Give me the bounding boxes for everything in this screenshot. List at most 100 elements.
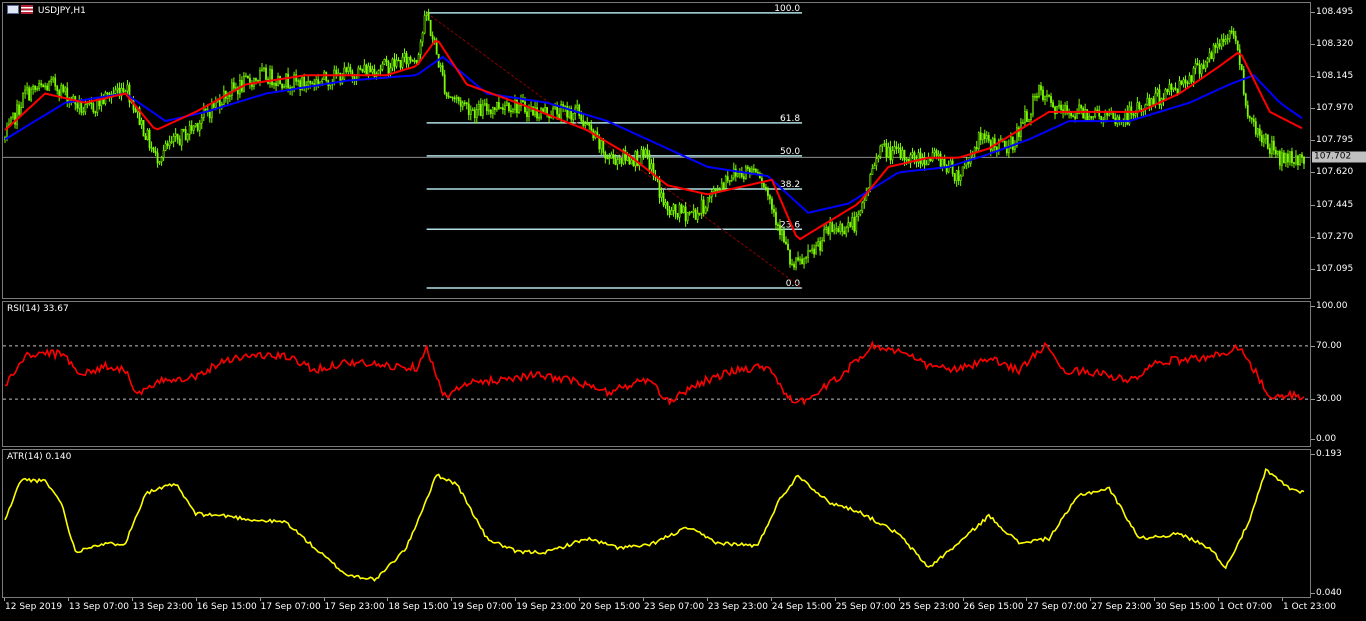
time-axis-label: 25 Sep 07:00 — [835, 602, 896, 612]
candle-body — [335, 69, 338, 75]
time-axis-tick — [131, 598, 133, 601]
candle-body — [779, 224, 781, 236]
candle-body — [381, 63, 384, 70]
candle-body — [650, 163, 653, 170]
candle-body — [863, 199, 866, 204]
rsi-axis: 100.00 70.00 30.00 0.00 — [1311, 301, 1366, 447]
candle-body — [359, 67, 362, 70]
candle-body — [1238, 49, 1241, 65]
candle-body — [441, 65, 444, 76]
price-axis[interactable]: 108.495 108.320 108.145 107.970 107.795 107.6… — [1311, 2, 1366, 299]
candle-body — [668, 209, 671, 216]
candle-body — [765, 186, 767, 189]
candle-body — [1248, 116, 1251, 119]
candle-body — [345, 67, 348, 73]
atr-canvas[interactable] — [3, 450, 1310, 597]
candle-body — [927, 157, 930, 165]
time-axis-tick — [898, 598, 900, 601]
candle-body — [869, 174, 872, 189]
candle-body — [815, 245, 818, 255]
axis-tick — [1311, 11, 1315, 13]
candle-body — [1222, 38, 1225, 42]
candle-body — [704, 207, 707, 214]
candle-body — [1208, 52, 1211, 60]
candle-body — [708, 196, 711, 199]
candle-body — [913, 152, 916, 161]
candle-body — [230, 82, 233, 96]
candle-body — [297, 80, 300, 82]
candle-body — [405, 53, 408, 65]
candle-body — [435, 41, 438, 55]
time-axis[interactable]: 12 Sep 2019 13 Sep 07:00 13 Sep 23:00 16 Se… — [2, 598, 1336, 621]
atr-indicator-pane[interactable]: ATR(14) 0.140 — [2, 449, 1311, 598]
candle-body — [1070, 112, 1072, 117]
candle-body — [259, 70, 261, 81]
candle-body — [20, 107, 22, 115]
rsi-indicator-pane[interactable]: RSI(14) 33.67 — [2, 301, 1311, 447]
atr-axis: 0.193 0.040 — [1311, 449, 1366, 598]
candle-body — [720, 182, 723, 191]
candle-body — [333, 69, 336, 84]
candle-body — [265, 67, 267, 80]
time-axis-label: 12 Sep 2019 — [5, 602, 63, 612]
candle-body — [383, 58, 386, 65]
candle-body — [419, 41, 422, 55]
candle-body — [228, 95, 231, 97]
candle-body — [676, 213, 679, 218]
candle-body — [1178, 80, 1181, 94]
candle-body — [903, 149, 906, 161]
candle-body — [1184, 79, 1187, 84]
candle-body — [584, 123, 587, 126]
price-chart-canvas[interactable]: 100.061.850.038.223.60.0 — [3, 3, 1310, 298]
candle-body — [634, 151, 637, 167]
candle-body — [30, 88, 33, 101]
candle-body — [204, 108, 207, 111]
candle-body — [1283, 152, 1285, 164]
candle-body — [1299, 154, 1301, 166]
candle-body — [379, 69, 382, 71]
candle-body — [144, 135, 147, 140]
candle-body — [767, 187, 769, 197]
candle-body — [122, 87, 125, 92]
candle-body — [660, 192, 663, 198]
candle-body — [554, 106, 557, 109]
candle-body — [684, 206, 687, 222]
axis-tick — [1311, 439, 1315, 440]
candle-body — [925, 163, 928, 166]
rsi-canvas[interactable] — [3, 302, 1310, 446]
candle-body — [610, 154, 613, 159]
candle-body — [52, 77, 55, 81]
candle-body — [813, 248, 816, 255]
candle-body — [307, 80, 310, 86]
candle-body — [275, 82, 277, 86]
candle-body — [1034, 95, 1036, 98]
candle-body — [1293, 162, 1295, 164]
price-chart-pane[interactable]: 100.0 61.8 50.0 38.2 23.6 0.0 USDJPY,H1 — [2, 2, 1311, 299]
rsi-axis-label: 100.00 — [1316, 301, 1348, 311]
candle-body — [124, 90, 127, 93]
candle-body — [1228, 30, 1231, 39]
candle-body — [12, 112, 14, 118]
candle-body — [158, 161, 161, 164]
candle-body — [369, 65, 372, 73]
candle-body — [172, 135, 175, 142]
time-axis-label: 25 Sep 23:00 — [899, 602, 960, 612]
candle-body — [1234, 35, 1237, 42]
candle-body — [500, 107, 502, 110]
atr-axis-label: 0.040 — [1316, 588, 1342, 598]
candle-body — [273, 82, 275, 86]
time-axis-tick — [579, 598, 581, 601]
candle-body — [1146, 97, 1149, 106]
candle-body — [363, 64, 366, 72]
candle-body — [64, 87, 67, 92]
candle-body — [544, 107, 546, 114]
candle-body — [317, 79, 320, 85]
candle-body — [1236, 40, 1239, 50]
candle-body — [819, 241, 822, 251]
candle-body — [425, 13, 428, 16]
candle-body — [801, 258, 803, 265]
candle-body — [746, 166, 749, 169]
candle-body — [690, 211, 693, 214]
candle-body — [875, 158, 878, 167]
candle-body — [959, 175, 962, 181]
